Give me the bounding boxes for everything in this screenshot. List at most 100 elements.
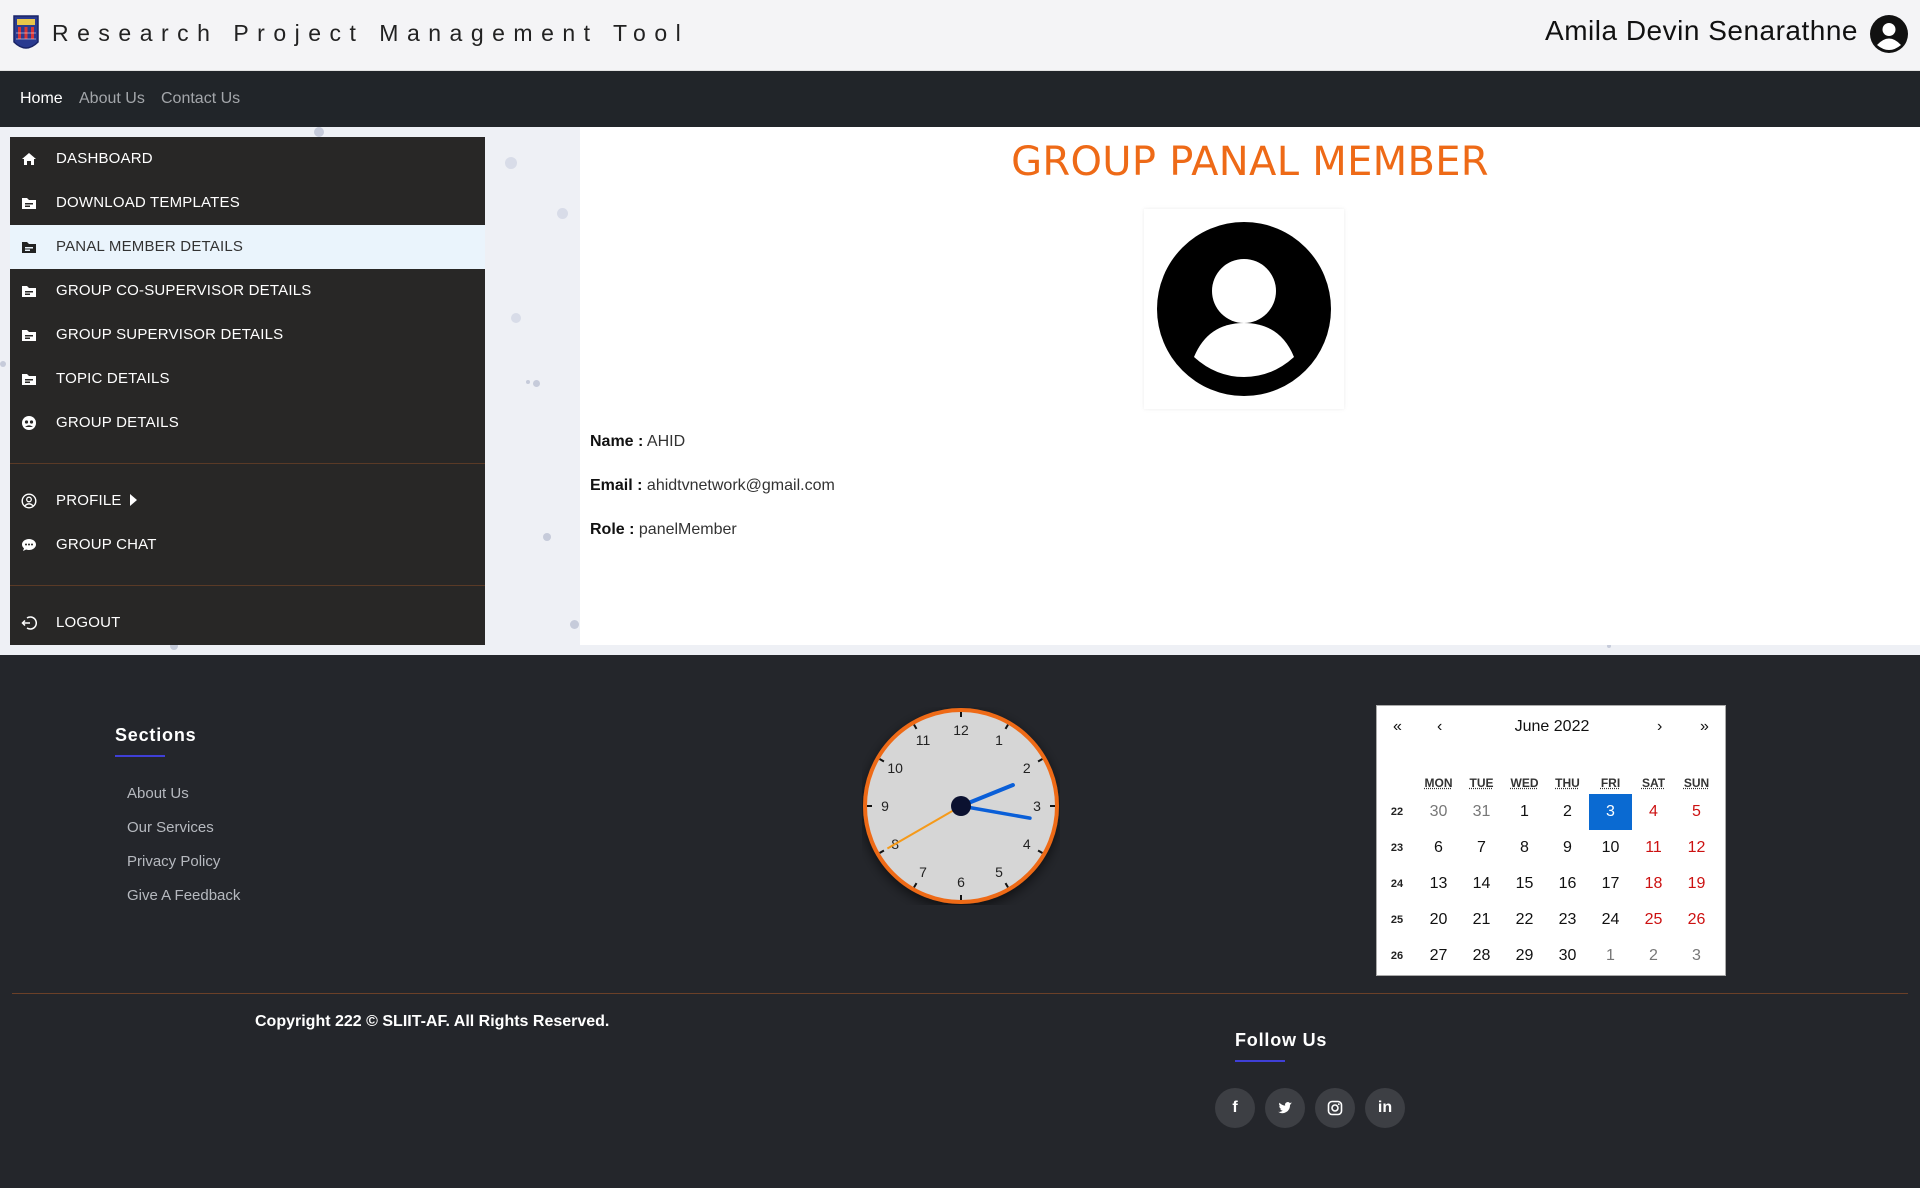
sidebar-item-label: DASHBOARD: [56, 150, 153, 167]
calendar-day[interactable]: 6: [1417, 830, 1460, 866]
calendar-day[interactable]: 17: [1589, 866, 1632, 902]
sidebar-divider: [10, 463, 485, 464]
calendar-day[interactable]: 8: [1503, 830, 1546, 866]
sidebar-divider: [10, 585, 485, 586]
calendar-weekday: FRI: [1600, 776, 1621, 790]
calendar-day[interactable]: 29: [1503, 938, 1546, 974]
calendar-day[interactable]: 3: [1675, 938, 1718, 974]
nav-home[interactable]: Home: [20, 90, 63, 108]
sidebar-item-profile[interactable]: PROFILE: [10, 479, 485, 523]
calendar: « ‹ June 2022 › » MON TUE WED THU FRI SAT SUN 2…: [1376, 705, 1726, 976]
background-dot: [570, 620, 579, 629]
sidebar-item-label: GROUP CHAT: [56, 536, 157, 553]
sidebar-item-logout[interactable]: LOGOUT: [10, 601, 485, 645]
background-dot: [511, 313, 521, 323]
calendar-day[interactable]: 18: [1632, 866, 1675, 902]
heading-underline: [1235, 1060, 1285, 1062]
calendar-day[interactable]: 16: [1546, 866, 1589, 902]
facebook-icon[interactable]: f: [1215, 1088, 1255, 1128]
linkedin-icon[interactable]: in: [1365, 1088, 1405, 1128]
folder-icon: [22, 286, 36, 297]
clock-center: [951, 796, 971, 816]
calendar-day[interactable]: 1: [1503, 794, 1546, 830]
clock-number: 4: [1023, 836, 1031, 852]
calendar-day[interactable]: 13: [1417, 866, 1460, 902]
background-dot: [505, 157, 517, 169]
sidebar-item-dashboard[interactable]: DASHBOARD: [10, 137, 485, 181]
calendar-day[interactable]: 2: [1546, 794, 1589, 830]
calendar-day[interactable]: 26: [1675, 902, 1718, 938]
clock-number: 11: [916, 732, 931, 748]
sidebar-item-label: PANAL MEMBER DETAILS: [56, 238, 244, 255]
footer-link-privacy-policy[interactable]: Privacy Policy: [127, 853, 220, 870]
user-account-icon[interactable]: [1870, 15, 1908, 53]
calendar-day[interactable]: 11: [1632, 830, 1675, 866]
calendar-next-year[interactable]: »: [1700, 718, 1709, 736]
sidebar-item-label: TOPIC DETAILS: [56, 370, 170, 387]
calendar-week-number: 24: [1390, 878, 1404, 890]
footer-link-our-services[interactable]: Our Services: [127, 819, 214, 836]
calendar-weekday: SAT: [1641, 776, 1666, 790]
calendar-day[interactable]: 27: [1417, 938, 1460, 974]
heading-underline: [115, 755, 165, 757]
chat-icon: [22, 539, 36, 551]
sidebar-item-group-details[interactable]: GROUP DETAILS: [10, 401, 485, 445]
twitter-icon[interactable]: [1265, 1088, 1305, 1128]
avatar-frame: [1144, 209, 1344, 409]
university-logo: [13, 15, 39, 49]
calendar-day[interactable]: 10: [1589, 830, 1632, 866]
calendar-day[interactable]: 9: [1546, 830, 1589, 866]
content-area: DASHBOARD DOWNLOAD TEMPLATES PANAL MEMBE…: [0, 127, 1920, 655]
footer-link-about-us[interactable]: About Us: [127, 785, 189, 802]
calendar-day[interactable]: 25: [1632, 902, 1675, 938]
calendar-day[interactable]: 24: [1589, 902, 1632, 938]
calendar-day[interactable]: 23: [1546, 902, 1589, 938]
nav-about-us[interactable]: About Us: [79, 90, 145, 108]
background-dot: [526, 380, 530, 384]
calendar-day[interactable]: 28: [1460, 938, 1503, 974]
page-title: GROUP PANAL MEMBER: [1011, 139, 1489, 185]
role-value: panelMember: [638, 521, 737, 538]
footer-divider: [12, 993, 1908, 994]
logout-icon: [21, 616, 37, 630]
calendar-day[interactable]: 19: [1675, 866, 1718, 902]
sidebar-item-label: LOGOUT: [56, 614, 121, 631]
sidebar-item-download-templates[interactable]: DOWNLOAD TEMPLATES: [10, 181, 485, 225]
instagram-glyph-icon: [1327, 1100, 1343, 1116]
calendar-next-month[interactable]: ›: [1657, 718, 1662, 736]
group-icon: [22, 416, 36, 430]
calendar-day[interactable]: 5: [1675, 794, 1718, 830]
caret-right-icon: [129, 494, 137, 506]
calendar-day[interactable]: 3: [1589, 794, 1632, 830]
footer-link-give-feedback[interactable]: Give A Feedback: [127, 887, 240, 904]
calendar-day[interactable]: 21: [1460, 902, 1503, 938]
calendar-weekday: WED: [1510, 776, 1539, 790]
folder-icon: [22, 198, 36, 209]
calendar-week-number: 22: [1390, 806, 1404, 818]
sidebar-item-group-supervisor-details[interactable]: GROUP SUPERVISOR DETAILS: [10, 313, 485, 357]
sidebar-item-topic-details[interactable]: TOPIC DETAILS: [10, 357, 485, 401]
nav-contact-us[interactable]: Contact Us: [161, 90, 240, 108]
calendar-day[interactable]: 1: [1589, 938, 1632, 974]
calendar-day[interactable]: 14: [1460, 866, 1503, 902]
user-name: Amila Devin Senarathne: [1545, 15, 1858, 46]
calendar-day[interactable]: 4: [1632, 794, 1675, 830]
calendar-day[interactable]: 2: [1632, 938, 1675, 974]
name-value: AHID: [646, 433, 686, 450]
calendar-week-number: 26: [1390, 950, 1404, 962]
clock-number: 7: [919, 864, 927, 880]
calendar-month-label[interactable]: June 2022: [1377, 718, 1727, 736]
sidebar-item-group-co-supervisor-details[interactable]: GROUP CO-SUPERVISOR DETAILS: [10, 269, 485, 313]
calendar-day[interactable]: 7: [1460, 830, 1503, 866]
calendar-day[interactable]: 31: [1460, 794, 1503, 830]
calendar-day[interactable]: 20: [1417, 902, 1460, 938]
calendar-day[interactable]: 22: [1503, 902, 1546, 938]
calendar-day[interactable]: 30: [1546, 938, 1589, 974]
sidebar-item-panal-member-details[interactable]: PANAL MEMBER DETAILS: [10, 225, 485, 269]
calendar-day[interactable]: 12: [1675, 830, 1718, 866]
calendar-day[interactable]: 15: [1503, 866, 1546, 902]
email-label: Email :: [590, 477, 643, 494]
sidebar-item-group-chat[interactable]: GROUP CHAT: [10, 523, 485, 567]
calendar-day[interactable]: 30: [1417, 794, 1460, 830]
instagram-icon[interactable]: [1315, 1088, 1355, 1128]
